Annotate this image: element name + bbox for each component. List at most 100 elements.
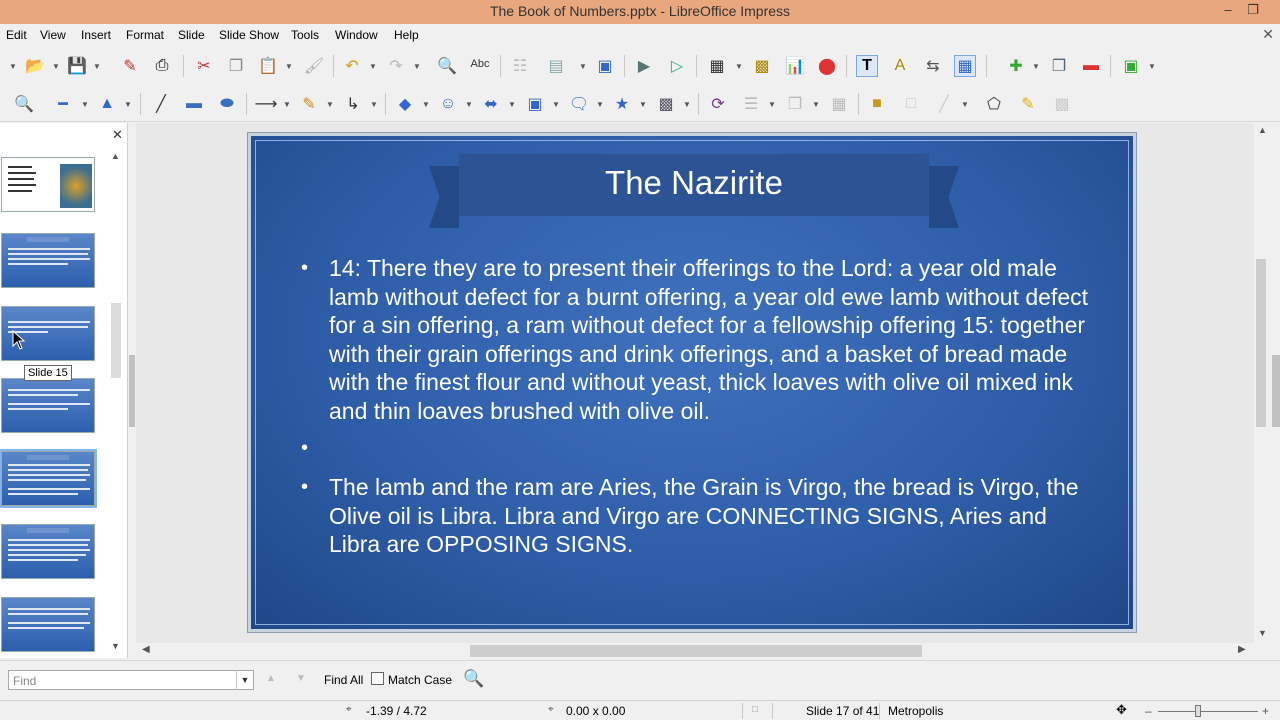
dropdown-arrow-icon[interactable]: ▼ [283, 100, 291, 109]
undo-icon[interactable]: ↶ [341, 55, 363, 77]
dropdown-arrow-icon[interactable]: ▼ [9, 62, 17, 71]
pane-splitter[interactable] [129, 355, 135, 427]
find-input[interactable]: Find [8, 670, 254, 690]
dropdown-arrow-icon[interactable]: ▼ [552, 100, 560, 109]
dropdown-arrow-icon[interactable]: ▼ [369, 62, 377, 71]
fontwork-icon[interactable]: A [889, 55, 911, 77]
scroll-down-icon[interactable]: ▼ [1258, 628, 1267, 638]
dropdown-arrow-icon[interactable]: ▼ [52, 62, 60, 71]
stars-icon[interactable]: ★ [611, 93, 633, 115]
clone-formatting-icon[interactable]: 🖌 [303, 55, 325, 77]
scroll-down-icon[interactable]: ▼ [111, 641, 120, 651]
shadow-icon[interactable]: ■ [866, 93, 888, 115]
duplicate-slide-icon[interactable]: ❐ [1048, 55, 1070, 77]
dropdown-arrow-icon[interactable]: ▼ [81, 100, 89, 109]
minimize-button[interactable]: – [1217, 2, 1239, 20]
slide-thumbnail[interactable] [1, 597, 95, 652]
table-icon[interactable]: ▦ [706, 55, 728, 77]
menu-insert[interactable]: Insert [81, 28, 111, 42]
media-icon[interactable]: ⬤ [816, 55, 838, 77]
glue-points-icon[interactable]: ✎ [1017, 93, 1039, 115]
delete-slide-icon[interactable]: ▬ [1080, 55, 1102, 77]
menu-tools[interactable]: Tools [291, 28, 319, 42]
sidebar-splitter[interactable] [1272, 355, 1280, 427]
slide-thumbnail-selected[interactable] [0, 449, 97, 508]
flowchart-icon[interactable]: ▣ [524, 93, 546, 115]
filter-icon[interactable]: ╱ [933, 93, 955, 115]
print-icon[interactable]: ⎙ [151, 55, 173, 77]
callouts-icon[interactable]: 🗨 [568, 93, 590, 115]
scroll-right-icon[interactable]: ▶ [1238, 644, 1246, 655]
find-dropdown-icon[interactable]: ▼ [236, 671, 253, 689]
points-icon[interactable]: ⬠ [983, 93, 1005, 115]
spelling-icon[interactable]: Abc [469, 53, 491, 75]
dropdown-arrow-icon[interactable]: ▼ [1148, 62, 1156, 71]
menu-format[interactable]: Format [126, 28, 164, 42]
menu-edit[interactable]: Edit [6, 28, 27, 42]
arrange-icon[interactable]: ❐ [784, 93, 806, 115]
dropdown-arrow-icon[interactable]: ▼ [961, 100, 969, 109]
zoom-icon[interactable]: 🔍 [13, 93, 35, 115]
dropdown-arrow-icon[interactable]: ▼ [326, 100, 334, 109]
copy-icon[interactable]: ❐ [225, 55, 247, 77]
menu-window[interactable]: Window [335, 28, 378, 42]
redo-icon[interactable]: ↷ [385, 55, 407, 77]
open-icon[interactable]: 📂 [24, 55, 46, 77]
dropdown-arrow-icon[interactable]: ▼ [465, 100, 473, 109]
3d-objects-icon[interactable]: ▩ [655, 93, 677, 115]
arrow-line-icon[interactable]: ⟶ [255, 93, 278, 115]
basic-shapes-icon[interactable]: ◆ [394, 93, 416, 115]
scrollbar-thumb[interactable] [1256, 259, 1266, 427]
dropdown-arrow-icon[interactable]: ▼ [370, 100, 378, 109]
new-slide-icon[interactable]: ✚ [1005, 55, 1027, 77]
paste-icon[interactable]: 📋 [257, 55, 279, 77]
horizontal-scrollbar[interactable]: ◀ ▶ [136, 643, 1254, 659]
pane-scrollbar-thumb[interactable] [111, 303, 121, 378]
text-box-icon[interactable]: T [856, 55, 878, 77]
toggle-extrusion-icon[interactable]: ▩ [1051, 93, 1073, 115]
rectangle-icon[interactable]: ▬ [183, 93, 205, 115]
distribute-icon[interactable]: ▦ [828, 93, 850, 115]
scrollbar-thumb[interactable] [470, 645, 922, 657]
line-color-icon[interactable]: ━ [52, 93, 74, 115]
slide-content[interactable]: 14: There they are to present their offe… [301, 254, 1101, 568]
start-from-current-icon[interactable]: ▷ [666, 55, 688, 77]
dropdown-arrow-icon[interactable]: ▼ [124, 100, 132, 109]
dropdown-arrow-icon[interactable]: ▼ [735, 62, 743, 71]
match-case-label[interactable]: Match Case [388, 673, 452, 687]
dropdown-arrow-icon[interactable]: ▼ [508, 100, 516, 109]
display-views-icon[interactable]: ▤ [545, 55, 567, 77]
curve-icon[interactable]: ✎ [298, 93, 320, 115]
connector-icon[interactable]: ↳ [342, 93, 364, 115]
image-icon[interactable]: ▩ [751, 55, 773, 77]
slide-thumbnail[interactable] [1, 157, 95, 212]
zoom-in-icon[interactable]: + [1262, 704, 1269, 718]
dropdown-arrow-icon[interactable]: ▼ [93, 62, 101, 71]
export-pdf-icon[interactable]: ✎ [119, 55, 141, 77]
line-icon[interactable]: ╱ [150, 93, 172, 115]
dropdown-arrow-icon[interactable]: ▼ [683, 100, 691, 109]
align-icon[interactable]: ☰ [740, 93, 762, 115]
master-slide-name[interactable]: Metropolis [888, 704, 943, 718]
symbol-shapes-icon[interactable]: ☺ [437, 93, 459, 115]
close-document-icon[interactable]: ✕ [1262, 26, 1274, 43]
vertical-scrollbar[interactable]: ▲ ▼ [1254, 123, 1272, 643]
zoom-out-icon[interactable]: – [1145, 704, 1152, 718]
find-next-icon[interactable]: ▼ [296, 673, 306, 684]
menu-help[interactable]: Help [394, 28, 419, 42]
menu-slide[interactable]: Slide [178, 28, 205, 42]
scroll-up-icon[interactable]: ▲ [111, 151, 120, 161]
dropdown-arrow-icon[interactable]: ▼ [579, 62, 587, 71]
master-slide-icon[interactable]: ▣ [594, 55, 616, 77]
slide-thumbnail[interactable] [1, 378, 95, 433]
dropdown-arrow-icon[interactable]: ▼ [596, 100, 604, 109]
match-case-checkbox[interactable] [371, 672, 384, 685]
dropdown-arrow-icon[interactable]: ▼ [812, 100, 820, 109]
dropdown-arrow-icon[interactable]: ▼ [285, 62, 293, 71]
crop-icon[interactable]: □ [900, 93, 922, 115]
block-arrows-icon[interactable]: ⬌ [480, 93, 502, 115]
save-icon[interactable]: 💾 [66, 55, 88, 77]
slide-canvas[interactable]: The Nazirite 14: There they are to prese… [248, 133, 1136, 632]
start-from-first-icon[interactable]: ▶ [633, 55, 655, 77]
zoom-slider-handle[interactable] [1195, 705, 1201, 717]
